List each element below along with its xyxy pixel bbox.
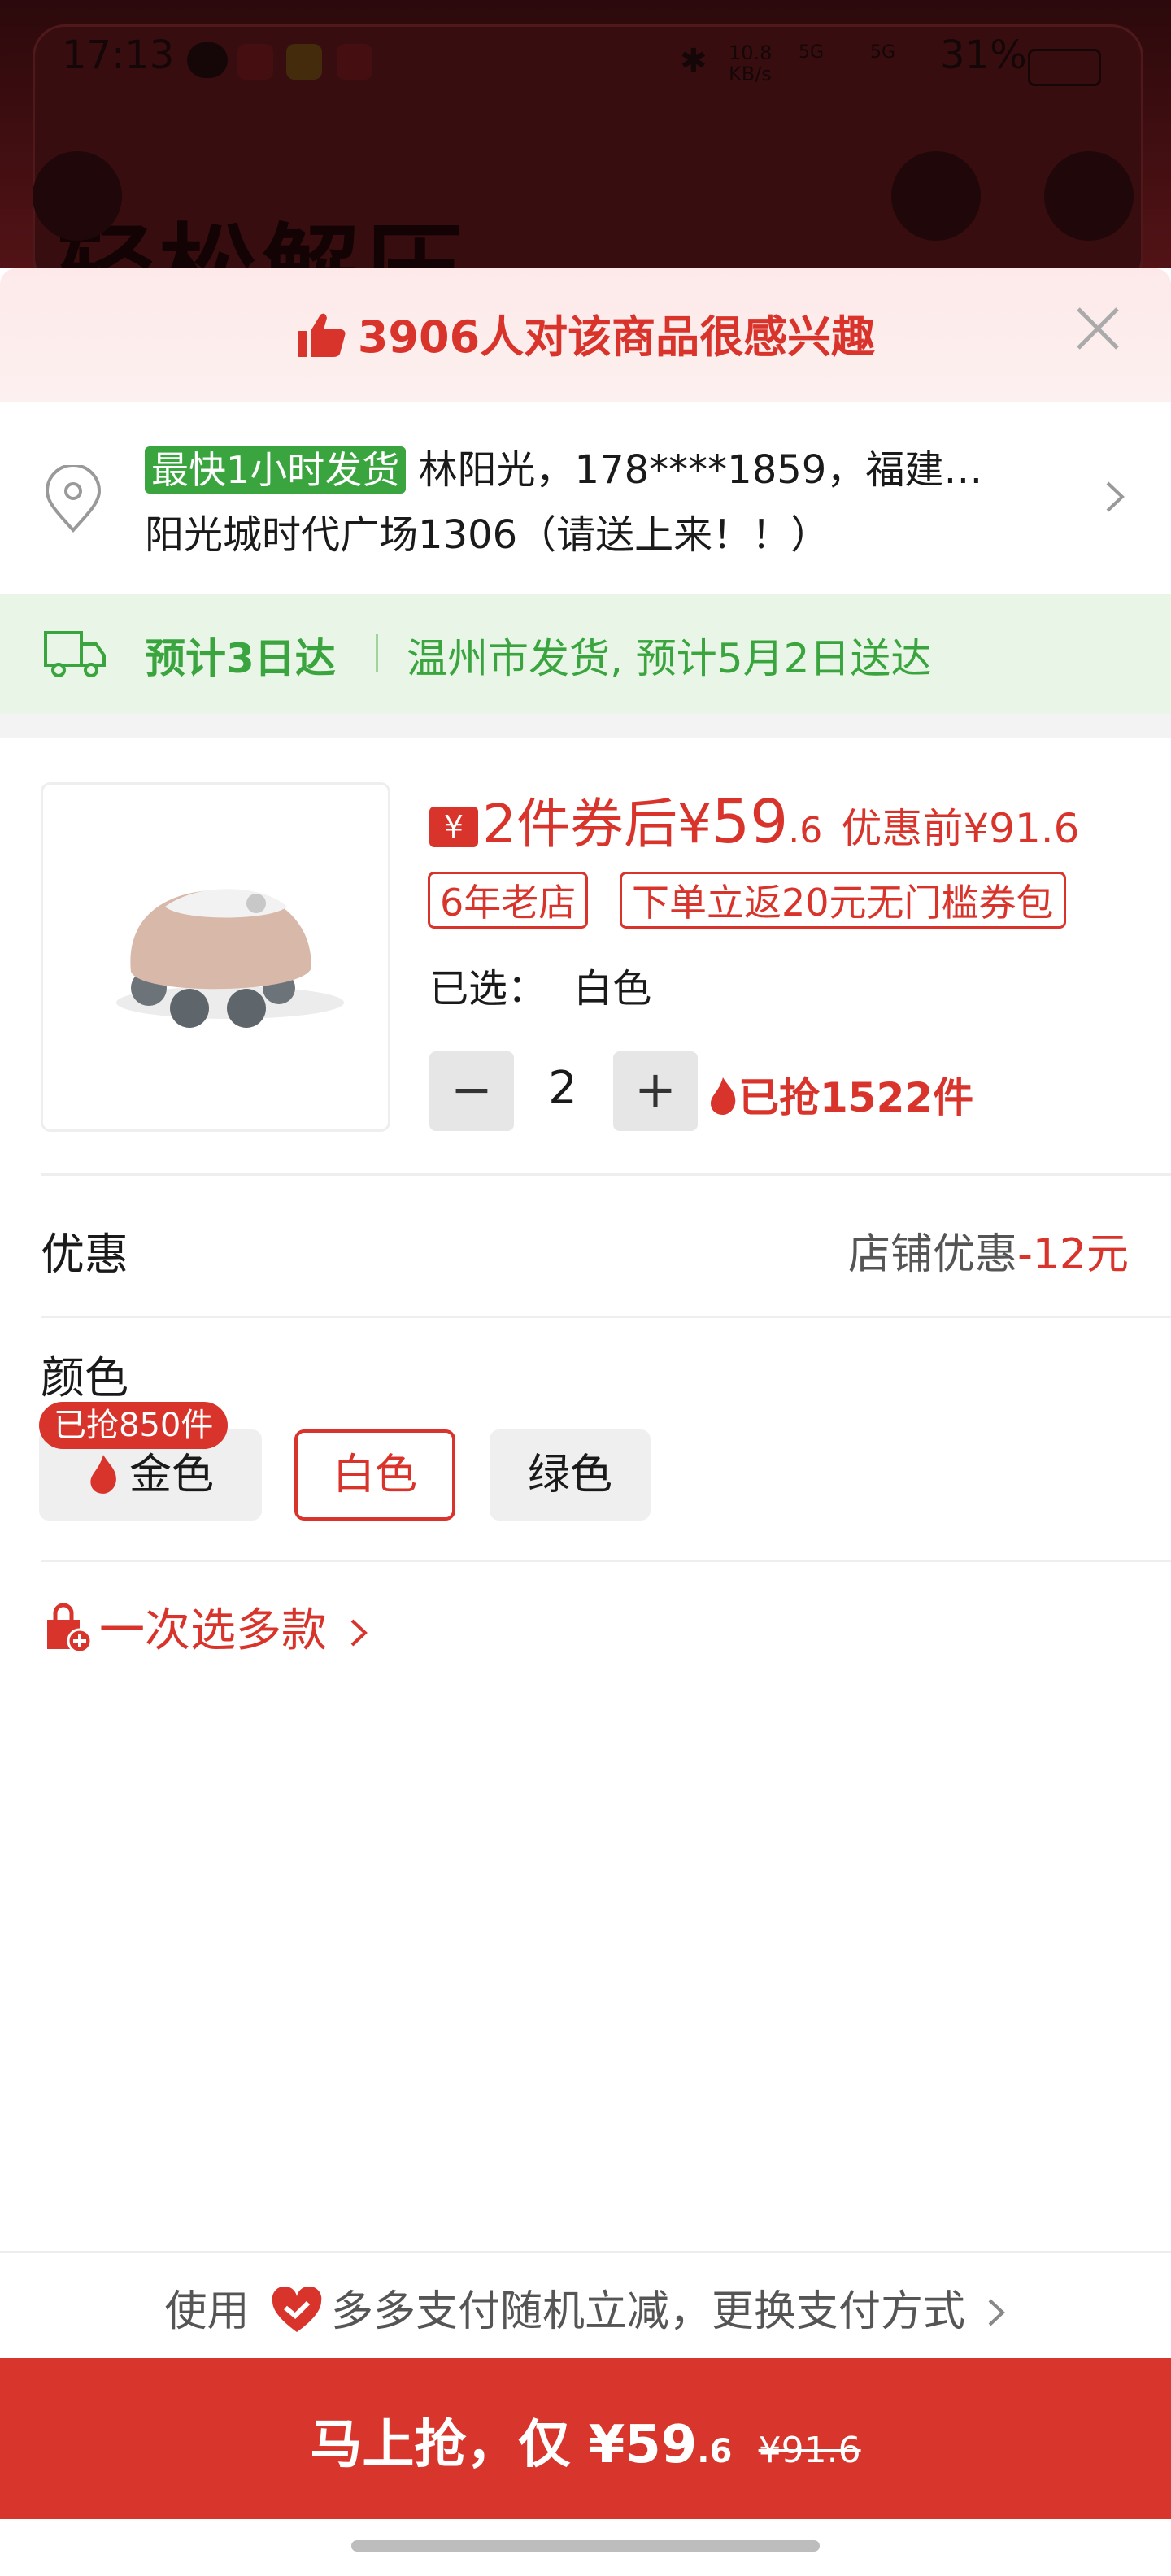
- shipping-detail: 温州市发货, 预计5月2日送达: [407, 635, 932, 682]
- chevron-right-icon[interactable]: [1103, 478, 1127, 516]
- address-section[interactable]: [0, 402, 1171, 594]
- color-option-label: 金色: [128, 1451, 214, 1499]
- product-thumbnail[interactable]: [41, 782, 390, 1132]
- shipping-separator: [376, 634, 378, 672]
- payment-text: 多多支付随机立减，更换支付方式: [331, 2287, 966, 2336]
- quantity-plus-button[interactable]: +: [613, 1051, 698, 1131]
- address-line-1: 最快1小时发货 林阳光，178****1859，福建…: [145, 437, 982, 494]
- sold-text: 已抢1522件: [738, 1074, 974, 1121]
- selected-variant: 已选： 白色: [429, 956, 651, 1013]
- divider-1: [41, 1173, 1171, 1176]
- interest-label: 3906人对该商品很感兴趣: [357, 311, 876, 363]
- promotion-amount: -12元: [1017, 1230, 1129, 1279]
- interest-text: 3906人对该商品很感兴趣: [0, 301, 1171, 365]
- divider-2: [41, 1316, 1171, 1318]
- section-gap: [0, 714, 1171, 738]
- color-label: 颜色: [41, 1352, 128, 1403]
- fire-icon: [711, 1077, 736, 1115]
- location-pin-icon: [45, 465, 102, 533]
- color-option-white[interactable]: 白色: [294, 1429, 455, 1521]
- payment-method-row[interactable]: 使用 多多支付随机立减，更换支付方式: [0, 2277, 1171, 2338]
- shipping-estimate: 预计3日达: [145, 635, 336, 682]
- price-line: ¥ 2件券后¥59.6 优惠前¥91.6: [429, 781, 1079, 859]
- promotion-right-text: 店铺优惠: [848, 1230, 1018, 1279]
- sold-count: 已抢1522件: [707, 1065, 973, 1124]
- fast-ship-tag: 最快1小时发货: [145, 446, 407, 494]
- truck-icon: [44, 631, 106, 677]
- background-header: 轻松解压 17:13 ✱ 10.8 KB/s 5G 5G 31%: [0, 0, 1171, 268]
- chevron-right-icon: [350, 1619, 368, 1647]
- bag-plus-icon: [47, 1603, 93, 1654]
- address-contact: 林阳光，178****1859，福建…: [418, 447, 983, 493]
- multi-select-link[interactable]: 一次选多款: [41, 1594, 369, 1660]
- color-option-green[interactable]: 绿色: [490, 1429, 651, 1521]
- coupon-icon: ¥: [429, 807, 478, 847]
- heart-pay-icon: [272, 2286, 322, 2332]
- original-price: 优惠前¥91.6: [841, 805, 1080, 852]
- tag-coupon-pack: 下单立返20元无门槛券包: [620, 872, 1066, 929]
- payment-prefix: 使用: [164, 2287, 250, 2336]
- divider-3: [41, 1560, 1171, 1562]
- coupon-price-label: 2件券后: [482, 793, 678, 855]
- quantity-value[interactable]: 2: [538, 1062, 587, 1115]
- buy-button-text[interactable]: 马上抢，仅 ¥59.6 ¥91.6: [0, 2403, 1171, 2478]
- buy-original-price: ¥91.6: [758, 2430, 861, 2471]
- sold-badge: 已抢850件: [39, 1402, 229, 1449]
- buy-label: 马上抢，仅 ¥59: [310, 2415, 698, 2475]
- price-decimal: .6: [788, 810, 823, 851]
- promotion-value[interactable]: 店铺优惠-12元: [848, 1220, 1129, 1281]
- interest-banner: 3906人对该商品很感兴趣: [0, 268, 1171, 402]
- quantity-minus-button[interactable]: −: [429, 1051, 514, 1131]
- chevron-right-icon: [988, 2299, 1005, 2326]
- multi-select-label: 一次选多款: [99, 1604, 327, 1657]
- close-icon[interactable]: [1072, 302, 1124, 355]
- home-indicator[interactable]: [351, 2540, 820, 2552]
- promotion-label: 优惠: [41, 1229, 128, 1280]
- fire-icon: [90, 1455, 116, 1494]
- selected-value: 白色: [573, 966, 652, 1012]
- payment-divider: [0, 2251, 1171, 2253]
- thumbs-up-icon: [297, 313, 346, 357]
- address-line-2: 阳光城时代广场1306（请送上来！！）: [145, 512, 830, 558]
- price-integer: 59: [712, 787, 789, 857]
- buy-decimal: .6: [697, 2433, 733, 2470]
- selected-label: 已选：: [429, 966, 547, 1012]
- massager-image: [116, 889, 344, 1028]
- price-currency: ¥: [677, 793, 712, 855]
- dim-overlay: [0, 0, 1171, 268]
- tag-old-shop: 6年老店: [428, 872, 589, 929]
